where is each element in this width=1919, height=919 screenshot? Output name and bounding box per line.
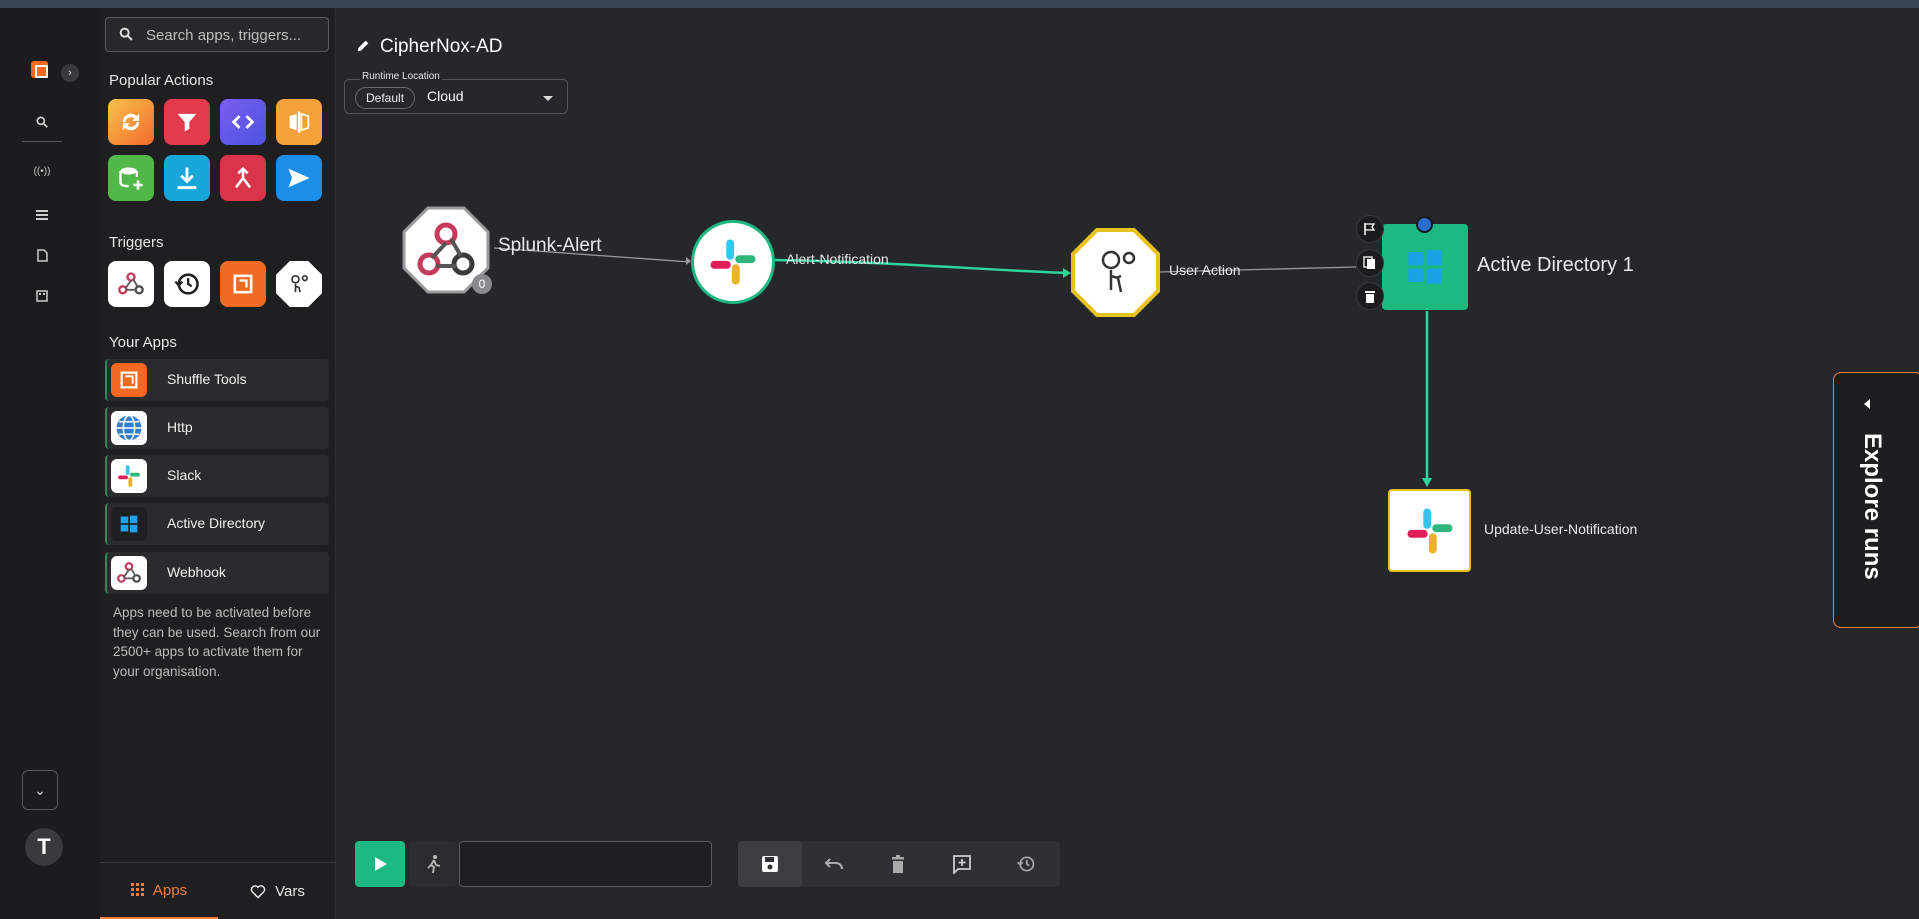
runtime-location-label: Runtime Location [360, 71, 442, 82]
caret-left-icon [1864, 399, 1870, 409]
shuffle-trigger-icon[interactable] [220, 261, 266, 307]
workflow-toolbar [738, 841, 1060, 887]
save-button[interactable] [738, 841, 802, 887]
revision-history-button[interactable] [994, 841, 1058, 887]
document-icon[interactable] [32, 249, 52, 267]
tab-vars[interactable]: Vars [218, 863, 336, 919]
app-label: Active Directory [167, 515, 266, 531]
app-label: Slack [167, 467, 202, 483]
node-label-user[interactable]: User Action [1169, 262, 1241, 278]
search-icon [119, 27, 133, 41]
execution-argument-input[interactable] [459, 841, 712, 887]
download-icon[interactable] [164, 155, 210, 201]
windows-icon [111, 507, 147, 541]
node-label-alert[interactable]: Alert-Notification [786, 251, 889, 267]
flag-icon [1364, 223, 1376, 235]
send-icon[interactable] [276, 155, 322, 201]
search-box[interactable] [105, 17, 329, 52]
delete-button[interactable] [866, 841, 930, 887]
runtime-default-chip: Default [355, 87, 416, 109]
app-slack[interactable]: Slack [105, 455, 329, 497]
your-apps-title: Your Apps [109, 334, 177, 351]
chevron-down-icon[interactable]: ⌄ [22, 770, 58, 810]
trash-icon [892, 855, 904, 873]
walking-person-icon [427, 855, 441, 874]
undo-icon [824, 858, 843, 870]
sidebar-tabs: Apps Vars [100, 862, 336, 919]
database-add-icon[interactable] [108, 155, 154, 201]
copy-node-button[interactable] [1356, 249, 1384, 277]
caret-down-icon [543, 96, 553, 101]
code-icon[interactable] [220, 99, 266, 145]
http-globe-icon [111, 411, 147, 445]
add-comment-icon [953, 855, 971, 874]
activation-note: Apps need to be activated before they ca… [113, 605, 321, 679]
tab-apps-label: Apps [152, 881, 188, 899]
search-nav-icon[interactable] [32, 115, 52, 133]
slack-icon [1407, 508, 1452, 553]
node-update-user-notification[interactable] [1388, 489, 1471, 572]
tab-vars-label: Vars [275, 882, 305, 900]
node-active-directory[interactable] [1382, 224, 1468, 310]
app-webhook[interactable]: Webhook [105, 552, 329, 594]
app-label: Shuffle Tools [167, 371, 247, 387]
runtime-value: Cloud [427, 88, 464, 104]
trash-icon [1365, 291, 1375, 303]
webhook-icon [111, 556, 147, 590]
list-icon[interactable] [32, 208, 52, 226]
shuffle-logo-icon[interactable] [31, 61, 48, 78]
merge-icon[interactable] [220, 155, 266, 201]
explore-runs-label: Explore runs [1859, 433, 1886, 580]
app-label: Webhook [167, 564, 226, 580]
node-alert-notification[interactable] [691, 220, 775, 304]
filter-icon[interactable] [164, 99, 210, 145]
heart-icon [250, 885, 266, 899]
search-input[interactable] [144, 24, 324, 46]
browser-top-bar [0, 0, 1919, 8]
schedule-icon[interactable] [164, 261, 210, 307]
edge-arrow [1422, 478, 1432, 487]
refresh-icon[interactable] [108, 99, 154, 145]
edge-arrow [1063, 268, 1071, 278]
app-shuffle-tools[interactable]: Shuffle Tools [105, 359, 329, 401]
node-label-ad[interactable]: Active Directory 1 [1477, 254, 1634, 277]
delete-node-button[interactable] [1356, 282, 1384, 310]
start-flag-button[interactable] [1356, 215, 1384, 243]
nav-divider [22, 141, 62, 142]
app-label: Http [167, 419, 193, 435]
edit-pencil-icon[interactable] [355, 38, 371, 54]
building-icon[interactable] [32, 290, 52, 308]
save-icon [762, 856, 778, 872]
broadcast-icon[interactable]: ((•)) [32, 166, 52, 184]
test-run-button[interactable] [409, 841, 459, 887]
slack-icon [710, 239, 756, 285]
run-workflow-button[interactable] [355, 841, 405, 887]
node-label-splunk[interactable]: Splunk-Alert [498, 235, 602, 257]
expand-sidebar-button[interactable]: › [61, 64, 79, 82]
app-http[interactable]: Http [105, 407, 329, 449]
node-badge: 0 [472, 274, 492, 294]
avatar[interactable]: T [25, 828, 63, 866]
tab-apps[interactable]: Apps [100, 863, 218, 919]
popular-actions-title: Popular Actions [109, 72, 214, 89]
windows-icon [1408, 250, 1442, 284]
node-user-action[interactable] [1071, 228, 1160, 317]
slack-icon [111, 459, 147, 493]
play-icon [375, 857, 387, 871]
history-icon [1017, 856, 1035, 872]
explore-runs-panel[interactable]: Explore runs [1833, 372, 1919, 628]
add-comment-button[interactable] [930, 841, 994, 887]
grid-icon [130, 883, 144, 896]
workflow-title[interactable]: CipherNox-AD [380, 36, 502, 58]
compare-icon[interactable] [276, 99, 322, 145]
undo-button[interactable] [802, 841, 866, 887]
node-connector-dot[interactable] [1416, 216, 1433, 233]
copy-icon [1363, 256, 1375, 269]
app-active-directory[interactable]: Active Directory [105, 503, 329, 545]
triggers-title: Triggers [109, 234, 164, 251]
webhook-icon[interactable] [108, 261, 154, 307]
runtime-location-select[interactable]: Runtime Location Default Cloud [344, 71, 568, 114]
shuffle-tools-icon [111, 363, 147, 397]
node-label-update[interactable]: Update-User-Notification [1484, 521, 1637, 537]
